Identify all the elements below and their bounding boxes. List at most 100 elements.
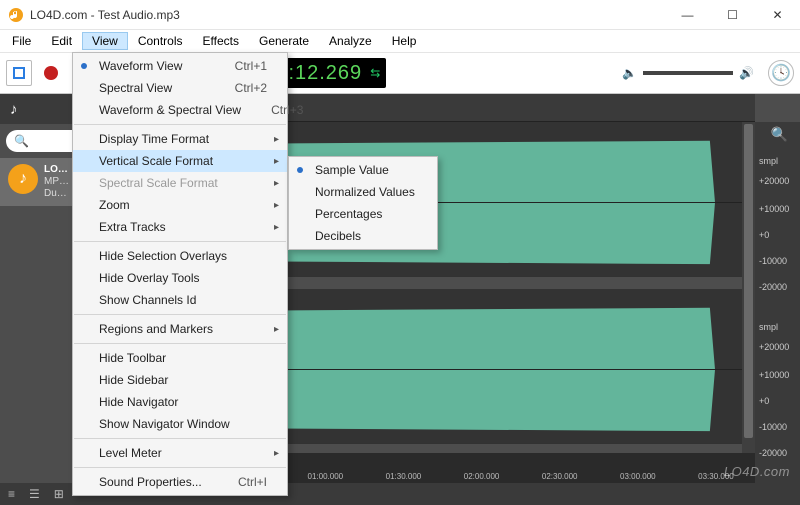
view-menu-item[interactable]: Hide Toolbar <box>73 347 287 369</box>
time-readout: 3:12.269 <box>276 62 362 85</box>
view-menu-item[interactable]: Vertical Scale Format ▸ <box>73 150 287 172</box>
amplitude-ruler: 🔍 smpl +20000 +10000 +0 -10000 -20000 sm… <box>755 122 800 483</box>
scale-submenu-label: Normalized Values <box>315 185 415 199</box>
vertical-scrollbar[interactable] <box>742 122 755 453</box>
submenu-arrow-icon: ▸ <box>274 448 279 459</box>
view-menu-label: Waveform & Spectral View <box>99 103 241 117</box>
scale-submenu-item[interactable]: Percentages <box>289 203 437 225</box>
timeline-tick: 02:30.000 <box>521 472 599 483</box>
submenu-arrow-icon: ▸ <box>274 156 279 167</box>
amp-tick: -20000 <box>759 282 787 292</box>
view-menu-separator <box>74 467 286 468</box>
amp-tick: +10000 <box>759 370 789 380</box>
view-menu-label: Vertical Scale Format <box>99 154 213 168</box>
track-line2: MP… <box>44 176 69 188</box>
window-minimize-button[interactable]: — <box>665 0 710 29</box>
scale-submenu-item[interactable]: Sample Value <box>289 159 437 181</box>
view-detail-icon[interactable]: ☰ <box>29 487 40 501</box>
track-meta: LO… MP… Du… <box>44 164 69 200</box>
view-menu-item[interactable]: Waveform View Ctrl+1 <box>73 55 287 77</box>
checked-dot-icon <box>81 63 87 69</box>
amp-unit-2: smpl <box>759 322 778 332</box>
view-menu-label: Hide Sidebar <box>99 373 168 387</box>
clock-icon: 🕓 <box>771 63 791 83</box>
shortcut-label: Ctrl+2 <box>205 81 267 95</box>
menu-analyze[interactable]: Analyze <box>319 32 382 50</box>
view-menu-item[interactable]: Hide Sidebar <box>73 369 287 391</box>
view-menu-item[interactable]: Hide Navigator <box>73 391 287 413</box>
menu-effects[interactable]: Effects <box>193 32 249 50</box>
view-menu-item[interactable]: Show Navigator Window <box>73 413 287 435</box>
view-grid-icon[interactable]: ⊞ <box>54 487 64 501</box>
view-menu-item[interactable]: Level Meter▸ <box>73 442 287 464</box>
watermark: LO4D.com <box>724 464 790 479</box>
speaker-icon[interactable]: 🔊 <box>739 66 754 80</box>
amp-unit-1: smpl <box>759 156 778 166</box>
menu-generate[interactable]: Generate <box>249 32 319 50</box>
amp-tick: -20000 <box>759 448 787 458</box>
scale-submenu-item[interactable]: Normalized Values <box>289 181 437 203</box>
music-note-icon: ♪ <box>10 101 18 118</box>
menu-help[interactable]: Help <box>382 32 427 50</box>
amp-tick: -10000 <box>759 422 787 432</box>
menu-controls[interactable]: Controls <box>128 32 193 50</box>
menu-view[interactable]: View <box>82 32 128 50</box>
view-menu-label: Hide Toolbar <box>99 351 166 365</box>
view-menu-label: Waveform View <box>99 59 182 73</box>
view-menu-label: Hide Overlay Tools <box>99 271 200 285</box>
submenu-arrow-icon: ▸ <box>274 134 279 145</box>
submenu-arrow-icon: ▸ <box>274 200 279 211</box>
amp-tick: +0 <box>759 396 769 406</box>
shortcut-label: Ctrl+3 <box>241 103 303 117</box>
timeline-tick: 01:30.000 <box>364 472 442 483</box>
lock-icon: ⇆ <box>370 66 380 80</box>
amp-tick: +20000 <box>759 342 789 352</box>
view-menu-item[interactable]: Extra Tracks▸ <box>73 216 287 238</box>
scale-submenu-item[interactable]: Decibels <box>289 225 437 247</box>
view-list-icon[interactable]: ≡ <box>8 487 15 501</box>
window-close-button[interactable]: ✕ <box>755 0 800 29</box>
view-menu-item[interactable]: Sound Properties...Ctrl+I <box>73 471 287 493</box>
menu-file[interactable]: File <box>2 32 41 50</box>
view-menu-separator <box>74 124 286 125</box>
menu-edit[interactable]: Edit <box>41 32 82 50</box>
view-menu-separator <box>74 241 286 242</box>
view-menu-item[interactable]: Waveform & Spectral ViewCtrl+3 <box>73 99 287 121</box>
view-menu-item[interactable]: Show Channels Id <box>73 289 287 311</box>
view-menu-item[interactable]: Zoom ▸ <box>73 194 287 216</box>
track-thumb-icon: ♪ <box>8 164 38 194</box>
timeline-tick: 02:00.000 <box>443 472 521 483</box>
view-menu-label: Spectral View <box>99 81 172 95</box>
view-menu-item[interactable]: Regions and Markers▸ <box>73 318 287 340</box>
view-menu-item[interactable]: Hide Selection Overlays <box>73 245 287 267</box>
view-menu-item[interactable]: Spectral View Ctrl+2 <box>73 77 287 99</box>
speaker-mute-icon[interactable]: 🔈 <box>622 66 637 80</box>
record-button[interactable] <box>38 60 64 86</box>
view-menu-label: Zoom <box>99 198 130 212</box>
vertical-scale-submenu: Sample Value Normalized Values Percentages… <box>288 156 438 250</box>
submenu-arrow-icon: ▸ <box>274 324 279 335</box>
stop-button[interactable] <box>6 60 32 86</box>
view-menu-item[interactable]: Hide Overlay Tools <box>73 267 287 289</box>
window-maximize-button[interactable]: ☐ <box>710 0 755 29</box>
view-menu-label: Spectral Scale Format <box>99 176 218 190</box>
track-name: LO… <box>44 164 69 176</box>
view-menu-item: Spectral Scale Format ▸ <box>73 172 287 194</box>
view-menu-label: Display Time Format <box>99 132 209 146</box>
amp-tick: -10000 <box>759 256 787 266</box>
view-menu-dropdown: Waveform View Ctrl+1 Spectral View Ctrl+2 Wa… <box>72 52 288 496</box>
view-menu-item[interactable]: Display Time Format ▸ <box>73 128 287 150</box>
volume-slider[interactable] <box>643 71 733 75</box>
amp-tick: +20000 <box>759 176 789 186</box>
shortcut-label: Ctrl+1 <box>205 59 267 73</box>
timeline-tick: 01:00.000 <box>286 472 364 483</box>
history-button[interactable]: 🕓 <box>768 60 794 86</box>
view-menu-label: Extra Tracks <box>99 220 166 234</box>
view-menu-label: Hide Navigator <box>99 395 178 409</box>
submenu-arrow-icon: ▸ <box>274 178 279 189</box>
magnify-icon[interactable]: 🔍 <box>771 126 788 143</box>
view-menu-label: Hide Selection Overlays <box>99 249 227 263</box>
window-title: LO4D.com - Test Audio.mp3 <box>30 8 665 22</box>
timeline-tick: 03:00.000 <box>599 472 677 483</box>
scale-submenu-label: Decibels <box>315 229 361 243</box>
